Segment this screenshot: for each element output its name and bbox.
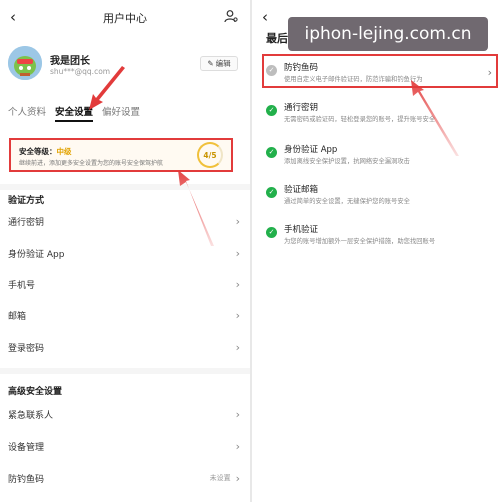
- top-bar: ‹ 用户中心: [0, 0, 250, 34]
- row-status: 未设置: [209, 474, 231, 482]
- check-circle-icon: ✓: [266, 187, 277, 198]
- row-anti-phishing-code[interactable]: 防钓鱼码 未设置 ›: [8, 468, 240, 488]
- user-center-panel: ‹ 用户中心 我是团长 shu***@qq.com ✎ 编辑 个人资料 安全设置…: [0, 0, 250, 502]
- edit-profile-button[interactable]: ✎ 编辑: [200, 56, 238, 71]
- chevron-right-icon: ›: [235, 277, 240, 291]
- row-login-password[interactable]: 登录密码 ›: [8, 337, 240, 357]
- edit-icon: ✎: [207, 59, 214, 68]
- security-level-desc: 继续前进，添加更多安全设置为您的账号安全保驾护航: [19, 160, 164, 167]
- row-label: 手机号: [8, 280, 36, 291]
- auth-section-title: 验证方式: [8, 196, 45, 206]
- row-label: 通行密钥: [8, 217, 45, 228]
- user-name: 我是团长: [50, 56, 90, 67]
- back-button[interactable]: ‹: [262, 8, 268, 26]
- check-circle-icon: ✓: [266, 227, 277, 238]
- task-authenticator-app[interactable]: ✓ 身份验证 App 添加离线安全保护设置，抗网络安全漏洞攻击: [262, 140, 496, 170]
- security-level: 安全等级：中级: [19, 146, 72, 157]
- task-title: 手机验证: [284, 225, 319, 235]
- avatar[interactable]: [8, 46, 42, 80]
- row-device-management[interactable]: 设备管理 ›: [8, 436, 240, 456]
- section-divider: [0, 368, 250, 374]
- row-authenticator-app[interactable]: 身份验证 App ›: [8, 243, 240, 263]
- profile-tabs: 个人资料 安全设置 偏好设置: [8, 104, 140, 122]
- task-title: 验证邮箱: [284, 185, 319, 195]
- chevron-right-icon: ›: [235, 214, 240, 228]
- user-settings-icon[interactable]: [224, 9, 238, 23]
- security-level-card[interactable]: 安全等级：中级 继续前进，添加更多安全设置为您的账号安全保驾护航 4/5: [9, 138, 233, 172]
- tab-personal-info[interactable]: 个人资料: [8, 104, 46, 122]
- edit-label: 编辑: [215, 59, 231, 68]
- task-verify-email[interactable]: ✓ 验证邮箱 通过简单的安全设置，无缝保护您的账号安全: [262, 180, 496, 210]
- chevron-right-icon: ›: [235, 407, 240, 421]
- row-label: 登录密码: [8, 343, 45, 354]
- task-title: 通行密钥: [284, 103, 319, 113]
- highlight-box: [262, 54, 498, 88]
- row-emergency-contact[interactable]: 紧急联系人 ›: [8, 404, 240, 424]
- task-desc: 添加离线安全保护设置，抗网络安全漏洞攻击: [284, 158, 410, 165]
- check-circle-icon: ✓: [266, 105, 277, 116]
- page-title: 用户中心: [103, 12, 147, 25]
- row-label: 防钓鱼码: [8, 474, 45, 485]
- task-passkey[interactable]: ✓ 通行密钥 无需密码或验证码，轻松登录您的账号，提升账号安全: [262, 98, 496, 128]
- security-level-value: 中级: [56, 147, 72, 156]
- task-verify-phone[interactable]: ✓ 手机验证 为您的账号增加额外一层安全保护措施，助您找回账号: [262, 220, 496, 250]
- security-level-label: 安全等级：: [19, 147, 57, 156]
- chevron-right-icon: ›: [235, 246, 240, 260]
- row-email[interactable]: 邮箱 ›: [8, 305, 240, 325]
- section-divider: [0, 184, 250, 190]
- security-score-ring: 4/5: [197, 142, 223, 168]
- page-title: 最后: [266, 32, 288, 45]
- chevron-right-icon: ›: [235, 439, 240, 453]
- watermark: iphon-lejing.com.cn: [288, 17, 488, 51]
- row-label: 身份验证 App: [8, 249, 65, 260]
- tab-security-settings[interactable]: 安全设置: [55, 104, 94, 122]
- chevron-right-icon: ›: [235, 340, 240, 354]
- chevron-right-icon: ›: [235, 308, 240, 322]
- row-label: 邮箱: [8, 311, 27, 322]
- tab-preferences[interactable]: 偏好设置: [102, 104, 140, 122]
- check-circle-icon: ✓: [266, 147, 277, 158]
- row-phone[interactable]: 手机号 ›: [8, 274, 240, 294]
- task-desc: 为您的账号增加额外一层安全保护措施，助您找回账号: [284, 238, 436, 245]
- row-passkey[interactable]: 通行密钥 ›: [8, 211, 240, 231]
- task-desc: 无需密码或验证码，轻松登录您的账号，提升账号安全: [284, 116, 436, 123]
- advanced-section-title: 高级安全设置: [8, 387, 63, 397]
- row-label: 紧急联系人: [8, 410, 54, 421]
- chevron-right-icon: ›: [235, 471, 240, 485]
- task-desc: 通过简单的安全设置，无缝保护您的账号安全: [284, 198, 410, 205]
- row-label: 设备管理: [8, 442, 45, 453]
- user-email: shu***@qq.com: [50, 67, 111, 76]
- task-title: 身份验证 App: [284, 145, 338, 155]
